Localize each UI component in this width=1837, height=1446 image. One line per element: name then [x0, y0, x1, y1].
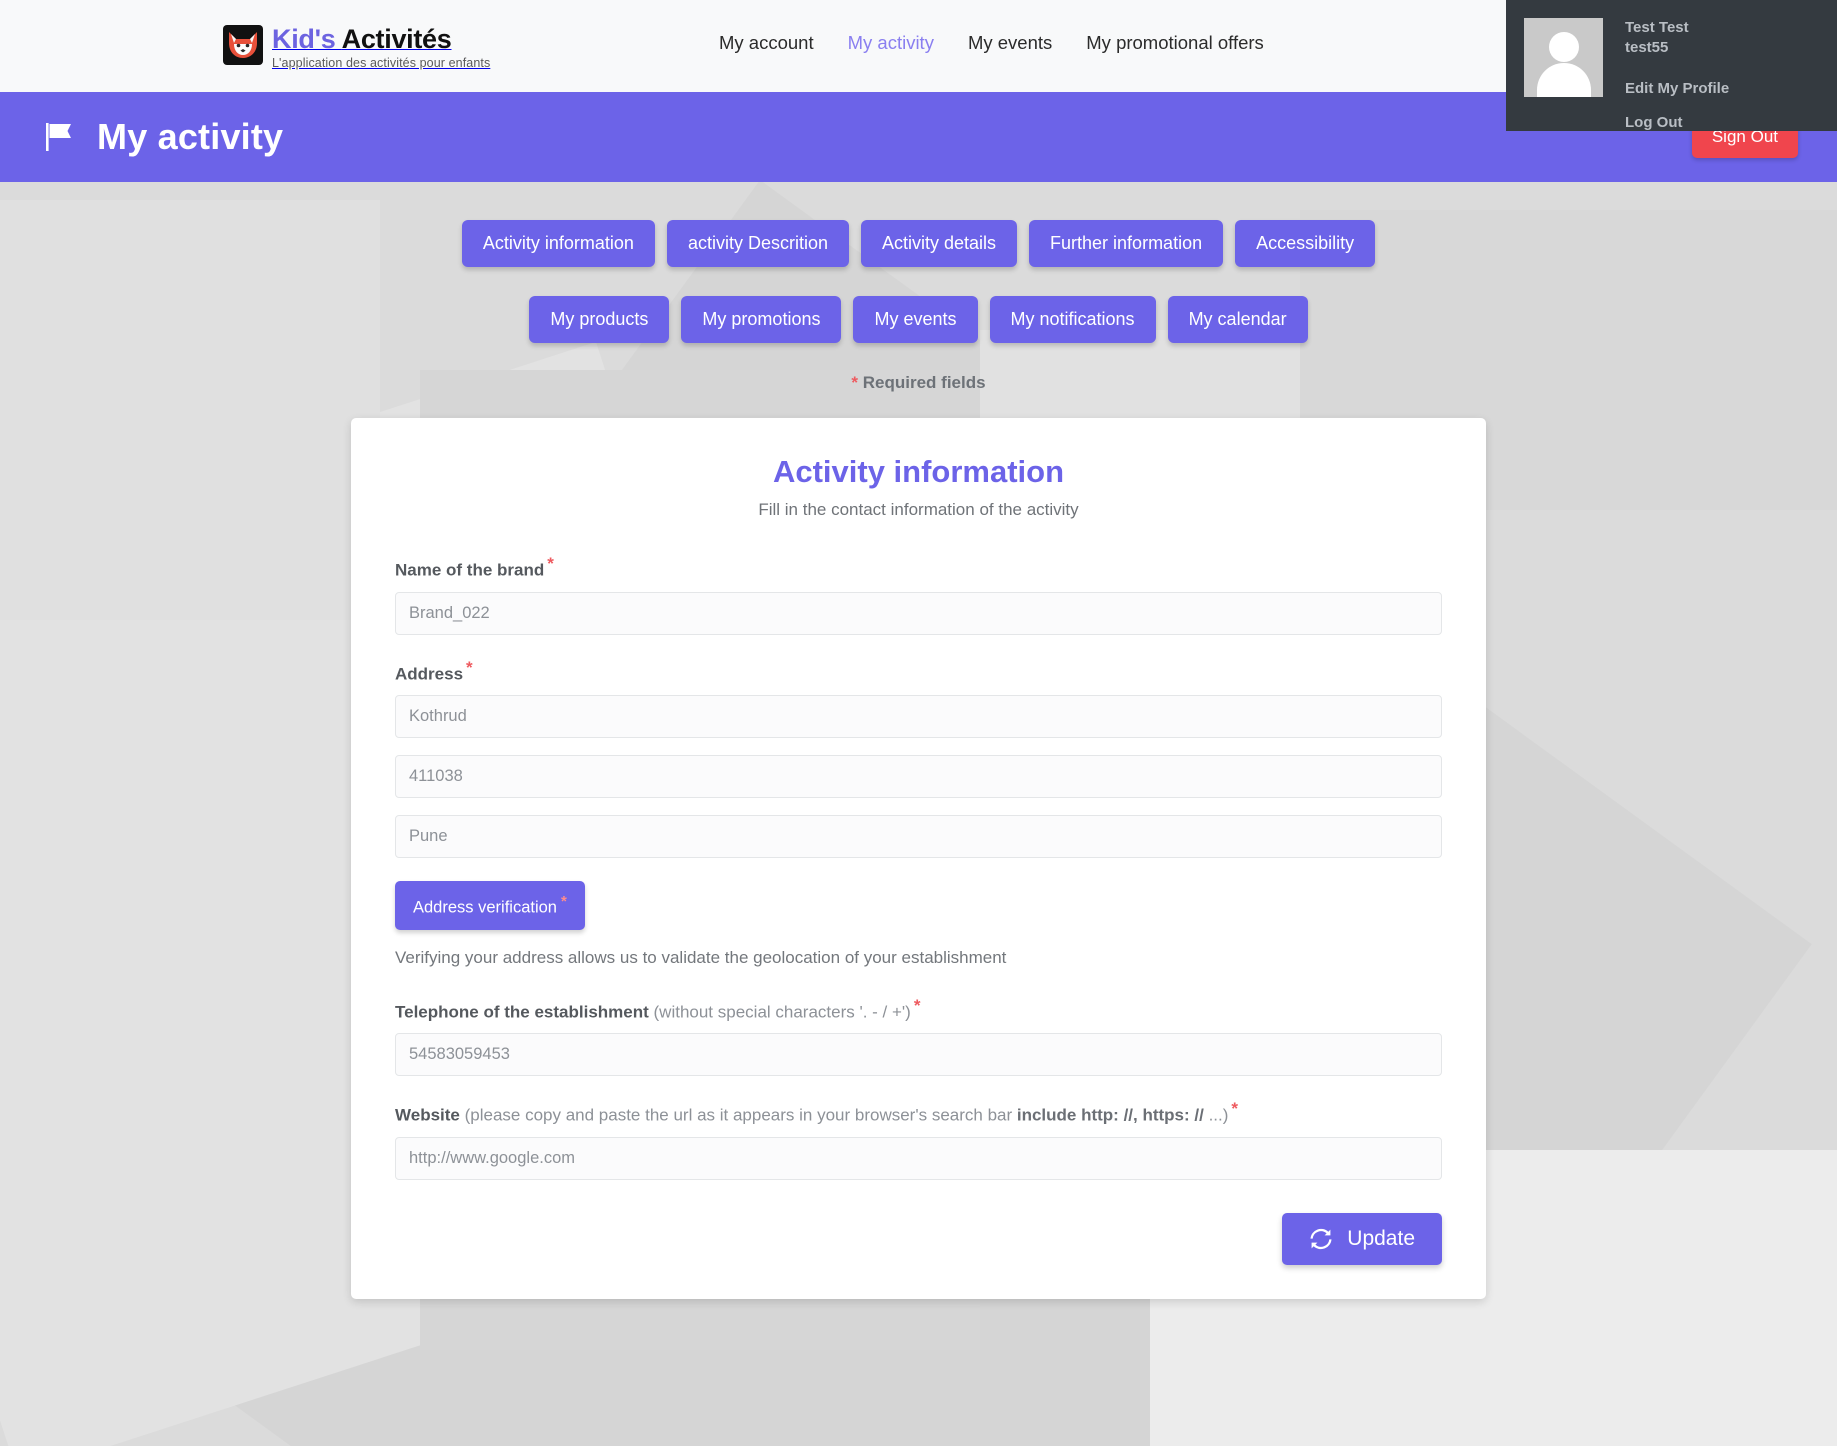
tab-my-products[interactable]: My products: [529, 296, 670, 343]
brand-name-label-text: Name of the brand: [395, 560, 545, 580]
address-city-input[interactable]: [395, 815, 1442, 859]
tab-my-promotions[interactable]: My promotions: [681, 296, 842, 343]
page-title: My activity: [97, 116, 284, 157]
required-marker: *: [466, 657, 473, 677]
brand-name-label: Name of the brand *: [395, 554, 1442, 581]
brand-name-input[interactable]: [395, 591, 1442, 635]
user-avatar-icon: [1524, 18, 1603, 97]
page-content: Activity information activity Descrition…: [0, 220, 1837, 1300]
tab-my-calendar[interactable]: My calendar: [1167, 296, 1308, 343]
required-marker: *: [913, 995, 921, 1015]
brand-tagline: L'application des activités pour enfants: [272, 56, 491, 70]
brand-logo-link[interactable]: Kid's Activités L'application des activi…: [223, 25, 490, 70]
address-postal-code-input[interactable]: [395, 755, 1442, 799]
address-verification-label: Address verification: [413, 898, 557, 917]
tab-activity-details[interactable]: Activity details: [860, 220, 1018, 267]
sync-icon: [1309, 1227, 1333, 1251]
secondary-tab-row: My products My promotions My events My n…: [0, 296, 1837, 343]
brand-name-kid: Kid's: [272, 24, 342, 54]
nav-item-my-activity[interactable]: My activity: [848, 32, 934, 54]
website-label: Website (please copy and paste the url a…: [395, 1099, 1442, 1126]
website-label-text: Website: [395, 1106, 460, 1126]
telephone-input[interactable]: [395, 1033, 1442, 1077]
required-marker: *: [1231, 1099, 1239, 1119]
log-out-link[interactable]: Log Out: [1625, 113, 1729, 133]
page-root: Kid's Activités L'application des activi…: [0, 0, 1837, 1446]
card-subtitle: Fill in the contact information of the a…: [758, 500, 1079, 519]
user-account-dropdown[interactable]: Test Test test55 Edit My Profile Log Out: [1506, 0, 1837, 131]
tab-my-events[interactable]: My events: [853, 296, 978, 343]
website-label-hint-1: (please copy and paste the url as it app…: [459, 1106, 1017, 1126]
edit-my-profile-link[interactable]: Edit My Profile: [1625, 79, 1729, 99]
activity-information-form: Name of the brand* Address* Address veri…: [373, 554, 1464, 1266]
required-marker: *: [547, 554, 554, 573]
website-label-hint-bold: include http: //, https: //: [1016, 1106, 1204, 1126]
nav-item-my-account[interactable]: My account: [719, 32, 814, 54]
tab-activity-information[interactable]: Activity information: [461, 220, 655, 267]
required-fields-label: Required fields: [862, 373, 986, 392]
card-title: Activity information: [772, 454, 1065, 489]
telephone-label: Telephone of the establishment (without …: [395, 996, 1442, 1023]
main-navigation: My account My activity My events My prom…: [719, 32, 1264, 54]
user-display-name: Test Test: [1625, 19, 1689, 36]
flag-icon: [44, 120, 78, 154]
fox-logo-icon: [223, 25, 263, 65]
address-line1-input[interactable]: [395, 695, 1442, 739]
brand-name-activites: Activités: [341, 24, 452, 54]
address-label-text: Address: [395, 664, 464, 684]
form-actions: Update: [395, 1213, 1442, 1266]
address-verification-button[interactable]: Address verification *: [395, 881, 585, 930]
nav-item-my-promotional-offers[interactable]: My promotional offers: [1086, 32, 1264, 54]
website-input[interactable]: [395, 1137, 1442, 1181]
required-marker: *: [851, 373, 859, 392]
tab-accessibility[interactable]: Accessibility: [1235, 220, 1376, 267]
update-button[interactable]: Update: [1282, 1213, 1442, 1266]
tab-my-notifications[interactable]: My notifications: [989, 296, 1156, 343]
nav-item-my-events[interactable]: My events: [968, 32, 1052, 54]
user-username: test55: [1625, 39, 1669, 57]
website-label-hint-2: ...): [1203, 1106, 1229, 1126]
tab-activity-description[interactable]: activity Descrition: [666, 220, 849, 267]
update-button-label: Update: [1347, 1227, 1415, 1251]
telephone-label-text: Telephone of the establishment: [395, 1002, 649, 1022]
address-verification-help: Verifying your address allows us to vali…: [395, 947, 1007, 967]
required-fields-note: * Required fields: [0, 373, 1837, 393]
primary-tab-row: Activity information activity Descrition…: [0, 220, 1837, 267]
telephone-label-hint: (without special characters '. - / +'): [648, 1002, 911, 1022]
required-marker: *: [560, 893, 567, 911]
tab-further-information[interactable]: Further information: [1029, 220, 1224, 267]
activity-information-card: Activity information Fill in the contact…: [351, 418, 1486, 1300]
address-label: Address *: [395, 658, 1442, 685]
